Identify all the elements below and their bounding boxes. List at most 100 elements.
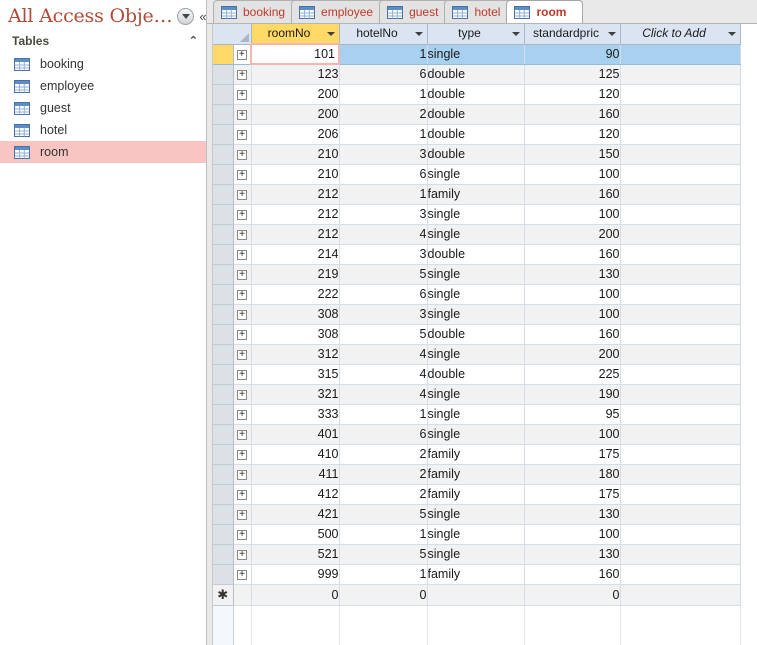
plus-icon[interactable]: + bbox=[237, 189, 247, 200]
cell-standardprice[interactable]: 160 bbox=[524, 564, 621, 585]
expand-row-button[interactable]: + bbox=[233, 84, 252, 105]
plus-icon[interactable]: + bbox=[237, 109, 247, 120]
cell-roomNo[interactable]: 312 bbox=[251, 344, 340, 365]
expand-row-button[interactable]: + bbox=[233, 164, 252, 185]
row-selector[interactable] bbox=[213, 44, 234, 65]
cell-type[interactable]: family bbox=[427, 564, 525, 585]
collapse-pane-icon[interactable]: « bbox=[199, 10, 206, 23]
sidebar-item-guest[interactable]: guest bbox=[0, 97, 206, 119]
nav-group-tables[interactable]: Tables ⌃ bbox=[0, 30, 206, 51]
cell-type[interactable]: single bbox=[427, 544, 525, 565]
plus-icon[interactable]: + bbox=[237, 169, 247, 180]
cell-standardprice[interactable]: 100 bbox=[524, 304, 621, 325]
cell-roomNo[interactable]: 521 bbox=[251, 544, 340, 565]
cell-roomNo[interactable]: 222 bbox=[251, 284, 340, 305]
cell-type[interactable]: single bbox=[427, 224, 525, 245]
cell-hotelNo[interactable]: 3 bbox=[339, 244, 428, 265]
cell-hotelNo[interactable]: 2 bbox=[339, 484, 428, 505]
cell-type[interactable]: double bbox=[427, 104, 525, 125]
cell-roomNo[interactable]: 212 bbox=[251, 184, 340, 205]
chevron-down-icon[interactable] bbox=[414, 32, 423, 36]
cell-add-placeholder[interactable] bbox=[620, 484, 741, 505]
cell-add-placeholder[interactable] bbox=[620, 204, 741, 225]
cell-standardprice[interactable]: 180 bbox=[524, 464, 621, 485]
row-selector[interactable] bbox=[213, 324, 234, 345]
cell-roomNo[interactable]: 421 bbox=[251, 504, 340, 525]
cell-type[interactable]: family bbox=[427, 484, 525, 505]
table-row[interactable]: +999 1 family 160 bbox=[213, 564, 741, 585]
row-selector[interactable] bbox=[213, 504, 234, 525]
table-row[interactable]: +333 1 single 95 bbox=[213, 404, 741, 425]
cell-standardprice[interactable]: 175 bbox=[524, 444, 621, 465]
cell-standardprice[interactable]: 120 bbox=[524, 84, 621, 105]
cell-roomNo[interactable]: 315 bbox=[251, 364, 340, 385]
plus-icon[interactable]: + bbox=[237, 449, 247, 460]
cell-hotelNo[interactable]: 1 bbox=[339, 564, 428, 585]
cell-add-placeholder[interactable] bbox=[620, 424, 741, 445]
row-selector[interactable] bbox=[213, 64, 234, 85]
cell-type[interactable]: single bbox=[427, 424, 525, 445]
plus-icon[interactable]: + bbox=[237, 529, 247, 540]
chevron-down-icon[interactable] bbox=[511, 32, 520, 36]
cell-type[interactable]: single bbox=[427, 284, 525, 305]
cell-add-placeholder[interactable] bbox=[620, 244, 741, 265]
cell-type[interactable]: single bbox=[427, 204, 525, 225]
expand-row-button[interactable]: + bbox=[233, 344, 252, 365]
row-selector[interactable] bbox=[213, 564, 234, 585]
cell-add-placeholder[interactable] bbox=[620, 124, 741, 145]
cell-roomNo[interactable]: 411 bbox=[251, 464, 340, 485]
row-selector[interactable] bbox=[213, 524, 234, 545]
table-row[interactable]: +222 6 single 100 bbox=[213, 284, 741, 305]
cell-type[interactable]: double bbox=[427, 144, 525, 165]
expand-row-button[interactable]: + bbox=[233, 404, 252, 425]
table-row[interactable]: +308 3 single 100 bbox=[213, 304, 741, 325]
cell-standardprice[interactable]: 130 bbox=[524, 264, 621, 285]
cell-roomNo[interactable]: 212 bbox=[251, 224, 340, 245]
expand-row-button[interactable]: + bbox=[233, 464, 252, 485]
cell-type[interactable]: single bbox=[427, 44, 525, 65]
cell-hotelNo[interactable]: 1 bbox=[339, 84, 428, 105]
cell-type[interactable]: family bbox=[427, 184, 525, 205]
cell-add-placeholder[interactable] bbox=[620, 404, 741, 425]
expand-row-button[interactable]: + bbox=[233, 484, 252, 505]
expand-row-button[interactable]: + bbox=[233, 264, 252, 285]
cell-standardprice[interactable]: 160 bbox=[524, 104, 621, 125]
tab-guest[interactable]: guest bbox=[379, 0, 453, 23]
expand-row-button[interactable]: + bbox=[233, 384, 252, 405]
row-selector[interactable] bbox=[213, 104, 234, 125]
row-selector[interactable] bbox=[213, 204, 234, 225]
cell-standardprice[interactable]: 130 bbox=[524, 544, 621, 565]
row-selector[interactable] bbox=[213, 264, 234, 285]
cell-hotelNo[interactable]: 1 bbox=[339, 44, 428, 65]
column-header-type[interactable]: type bbox=[427, 24, 525, 45]
cell-hotelNo[interactable]: 5 bbox=[339, 264, 428, 285]
table-row[interactable]: +401 6 single 100 bbox=[213, 424, 741, 445]
new-record-cell-type[interactable] bbox=[427, 584, 525, 606]
row-selector[interactable] bbox=[213, 84, 234, 105]
cell-standardprice[interactable]: 200 bbox=[524, 224, 621, 245]
plus-icon[interactable]: + bbox=[237, 429, 247, 440]
table-row[interactable]: +214 3 double 160 bbox=[213, 244, 741, 265]
cell-add-placeholder[interactable] bbox=[620, 504, 741, 525]
cell-roomNo[interactable]: 410 bbox=[251, 444, 340, 465]
row-selector[interactable] bbox=[213, 464, 234, 485]
cell-standardprice[interactable]: 160 bbox=[524, 324, 621, 345]
cell-roomNo[interactable]: 308 bbox=[251, 324, 340, 345]
cell-hotelNo[interactable]: 2 bbox=[339, 464, 428, 485]
plus-icon[interactable]: + bbox=[237, 309, 247, 320]
cell-add-placeholder[interactable] bbox=[620, 104, 741, 125]
cell-standardprice[interactable]: 150 bbox=[524, 144, 621, 165]
table-row[interactable]: +412 2 family 175 bbox=[213, 484, 741, 505]
cell-standardprice[interactable]: 190 bbox=[524, 384, 621, 405]
plus-icon[interactable]: + bbox=[237, 89, 247, 100]
cell-standardprice[interactable]: 175 bbox=[524, 484, 621, 505]
table-row[interactable]: +210 3 double 150 bbox=[213, 144, 741, 165]
plus-icon[interactable]: + bbox=[237, 549, 247, 560]
cell-hotelNo[interactable]: 1 bbox=[339, 524, 428, 545]
cell-hotelNo[interactable]: 5 bbox=[339, 324, 428, 345]
row-selector[interactable] bbox=[213, 124, 234, 145]
table-row[interactable]: +200 2 double 160 bbox=[213, 104, 741, 125]
cell-type[interactable]: single bbox=[427, 524, 525, 545]
table-row[interactable]: +308 5 double 160 bbox=[213, 324, 741, 345]
row-selector[interactable] bbox=[213, 344, 234, 365]
